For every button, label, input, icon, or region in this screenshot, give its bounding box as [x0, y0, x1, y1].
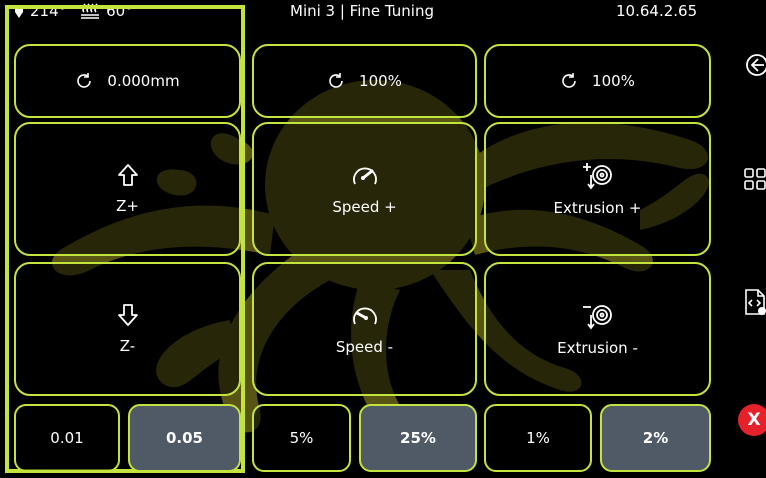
- page-title: Mini 3 | Fine Tuning: [290, 2, 434, 20]
- z-up-label: Z+: [116, 197, 139, 215]
- speed-step-option-selected[interactable]: 25%: [359, 404, 477, 472]
- extrusion-step-option-selected[interactable]: 2%: [600, 404, 711, 472]
- speed-value: 100%: [359, 72, 402, 90]
- speed-step-label: 25%: [400, 429, 436, 447]
- z-step-label: 0.01: [50, 429, 84, 447]
- z-step-option-selected[interactable]: 0.05: [128, 404, 241, 472]
- extrusion-step-label: 2%: [642, 429, 669, 447]
- speed-up-button[interactable]: Speed +: [252, 122, 477, 256]
- speed-reset-button[interactable]: 100%: [252, 44, 477, 118]
- speed-step-label: 5%: [289, 429, 314, 447]
- speed-down-label: Speed -: [335, 338, 394, 356]
- extrusion-up-button[interactable]: Extrusion +: [484, 122, 711, 256]
- z-down-label: Z-: [119, 337, 136, 355]
- extrusion-down-button[interactable]: Extrusion -: [484, 262, 711, 396]
- extrusion-step-label: 1%: [526, 429, 550, 447]
- back-icon[interactable]: [744, 52, 766, 78]
- extrusion-step-option[interactable]: 1%: [484, 404, 592, 472]
- macro-icon[interactable]: [744, 288, 766, 315]
- z-step-option[interactable]: 0.01: [14, 404, 120, 472]
- speedometer-up-icon: [351, 162, 379, 188]
- z-up-button[interactable]: Z+: [14, 122, 241, 256]
- extrusion-up-label: Extrusion +: [553, 199, 642, 217]
- ip-address: 10.64.2.65: [616, 2, 698, 20]
- reset-icon: [327, 72, 345, 90]
- reset-icon: [560, 72, 578, 90]
- z-down-button[interactable]: Z-: [14, 262, 241, 396]
- speed-up-label: Speed +: [332, 198, 397, 216]
- extrusion-down-label: Extrusion -: [557, 339, 638, 357]
- arrow-up-icon: [117, 163, 139, 187]
- z-offset-reset-button[interactable]: 0.000mm: [14, 44, 241, 118]
- emergency-stop-label: X: [747, 410, 761, 430]
- arrow-down-icon: [117, 303, 139, 327]
- extrusion-value: 100%: [592, 72, 635, 90]
- z-offset-value: 0.000mm: [107, 72, 180, 90]
- retract-icon: [582, 301, 613, 331]
- speed-step-option[interactable]: 5%: [252, 404, 351, 472]
- grid-menu-icon[interactable]: [744, 168, 766, 194]
- speed-down-button[interactable]: Speed -: [252, 262, 477, 396]
- extrusion-reset-button[interactable]: 100%: [484, 44, 711, 118]
- z-step-label: 0.05: [165, 429, 203, 447]
- extrude-icon: [582, 161, 613, 191]
- emergency-stop-button[interactable]: X: [738, 404, 766, 436]
- reset-icon: [75, 72, 93, 90]
- speedometer-down-icon: [351, 302, 379, 328]
